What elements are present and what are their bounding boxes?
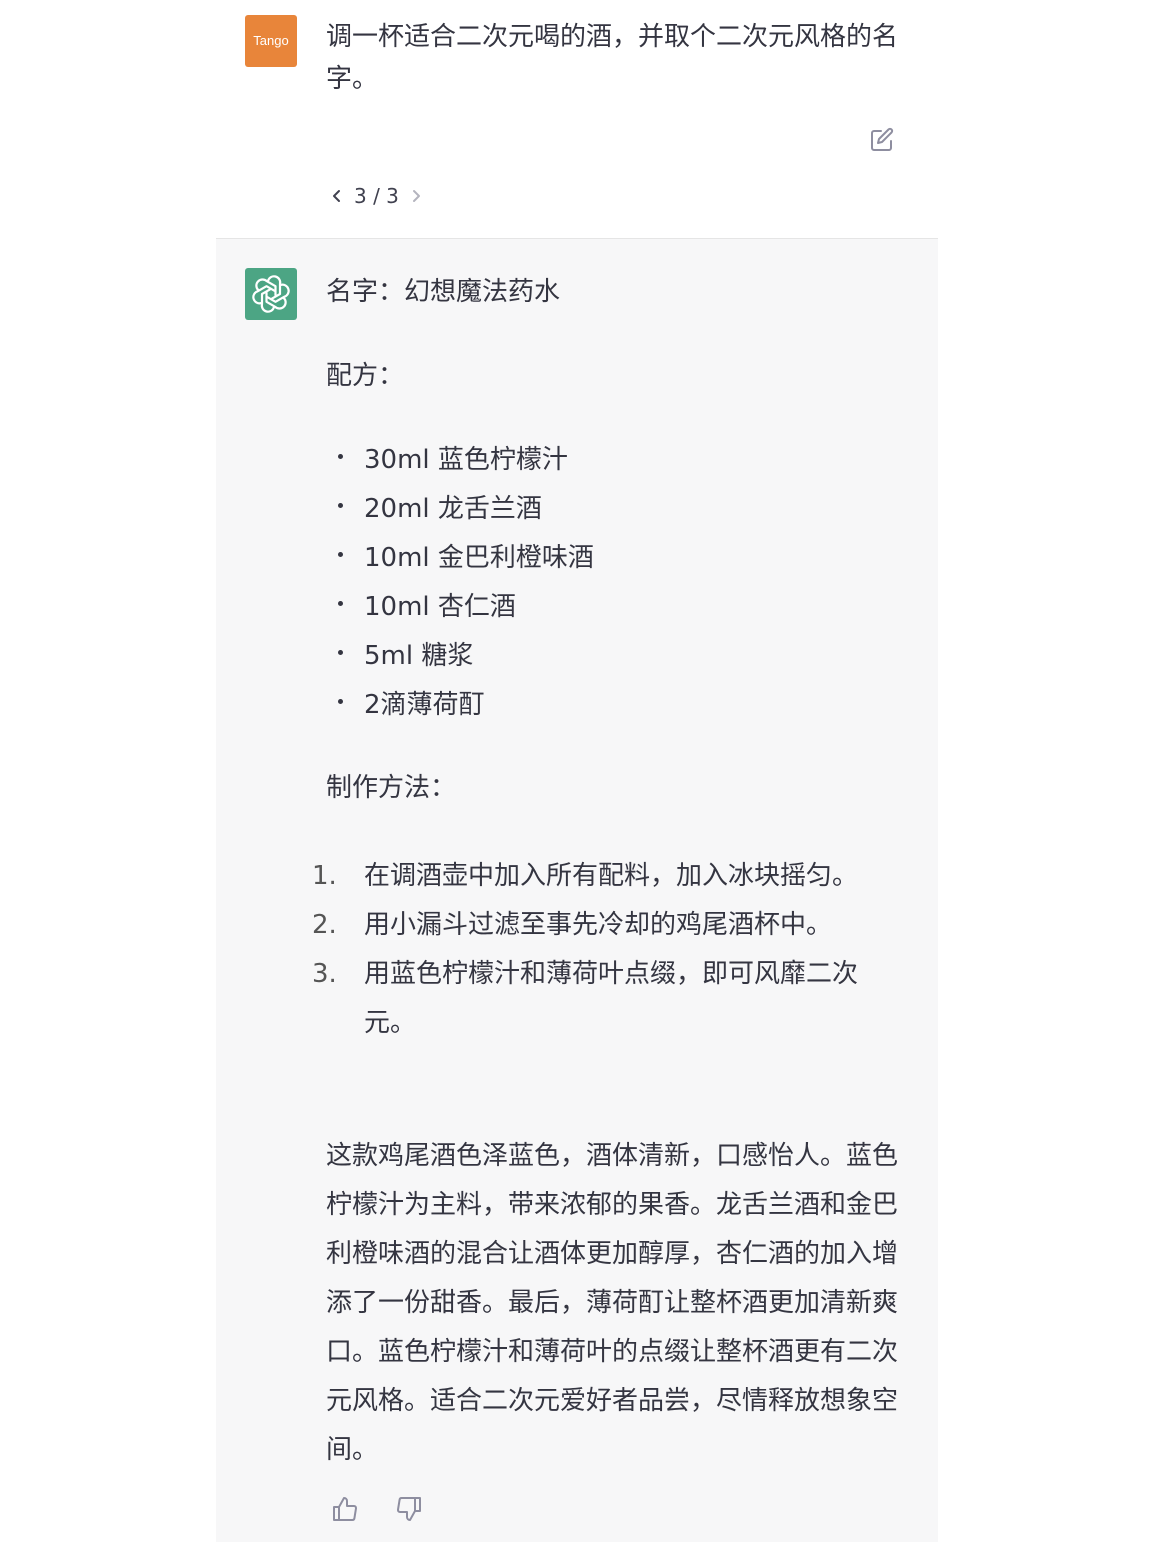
user-message-text: 调一杯适合二次元喝的酒，并取个二次元风格的名字。 [326, 22, 899, 94]
list-item: 10ml 杏仁酒 [326, 587, 886, 636]
openai-logo-icon [245, 268, 297, 320]
list-item: 3. 用蓝色柠檬汁和薄荷叶点缀，即可风靡二次元。 [312, 950, 892, 1048]
step-number: 2. [312, 910, 337, 940]
ingredient-list: 30ml 蓝色柠檬汁 20ml 龙舌兰酒 10ml 金巴利橙味酒 10ml 杏仁… [326, 440, 886, 734]
list-item: 2. 用小漏斗过滤至事先冷却的鸡尾酒杯中。 [312, 901, 892, 950]
drink-name: 名字：幻想魔法药水 [326, 277, 561, 307]
step-number: 3. [312, 959, 337, 989]
step-text: 在调酒壶中加入所有配料，加入冰块摇匀。 [364, 861, 859, 891]
thumbs-down-icon[interactable] [394, 1494, 424, 1524]
method-heading: 制作方法： [326, 773, 457, 803]
chevron-left-icon[interactable] [326, 182, 348, 210]
formula-heading: 配方： [326, 361, 405, 391]
feedback-bar [330, 1494, 424, 1524]
chevron-right-icon[interactable] [405, 182, 427, 210]
step-list: 1. 在调酒壶中加入所有配料，加入冰块摇匀。 2. 用小漏斗过滤至事先冷却的鸡尾… [312, 852, 892, 1048]
response-pager: 3 / 3 [326, 182, 427, 210]
step-number: 1. [312, 861, 337, 891]
user-avatar: Tango [245, 15, 297, 67]
user-avatar-label: Tango [253, 33, 289, 48]
list-item: 20ml 龙舌兰酒 [326, 489, 886, 538]
pager-count: 3 / 3 [354, 184, 399, 208]
step-text: 用蓝色柠檬汁和薄荷叶点缀，即可风靡二次元。 [364, 959, 859, 1038]
step-text: 用小漏斗过滤至事先冷却的鸡尾酒杯中。 [364, 910, 833, 940]
list-item: 5ml 糖浆 [326, 636, 886, 685]
list-item: 30ml 蓝色柠檬汁 [326, 440, 886, 489]
list-item: 10ml 金巴利橙味酒 [326, 538, 886, 587]
edit-icon[interactable] [868, 126, 896, 154]
list-item: 2滴薄荷酊 [326, 685, 886, 734]
list-item: 1. 在调酒壶中加入所有配料，加入冰块摇匀。 [312, 852, 892, 901]
description-paragraph: 这款鸡尾酒色泽蓝色，酒体清新，口感怡人。蓝色柠檬汁为主料，带来浓郁的果香。龙舌兰… [326, 1141, 899, 1465]
thumbs-up-icon[interactable] [330, 1494, 360, 1524]
